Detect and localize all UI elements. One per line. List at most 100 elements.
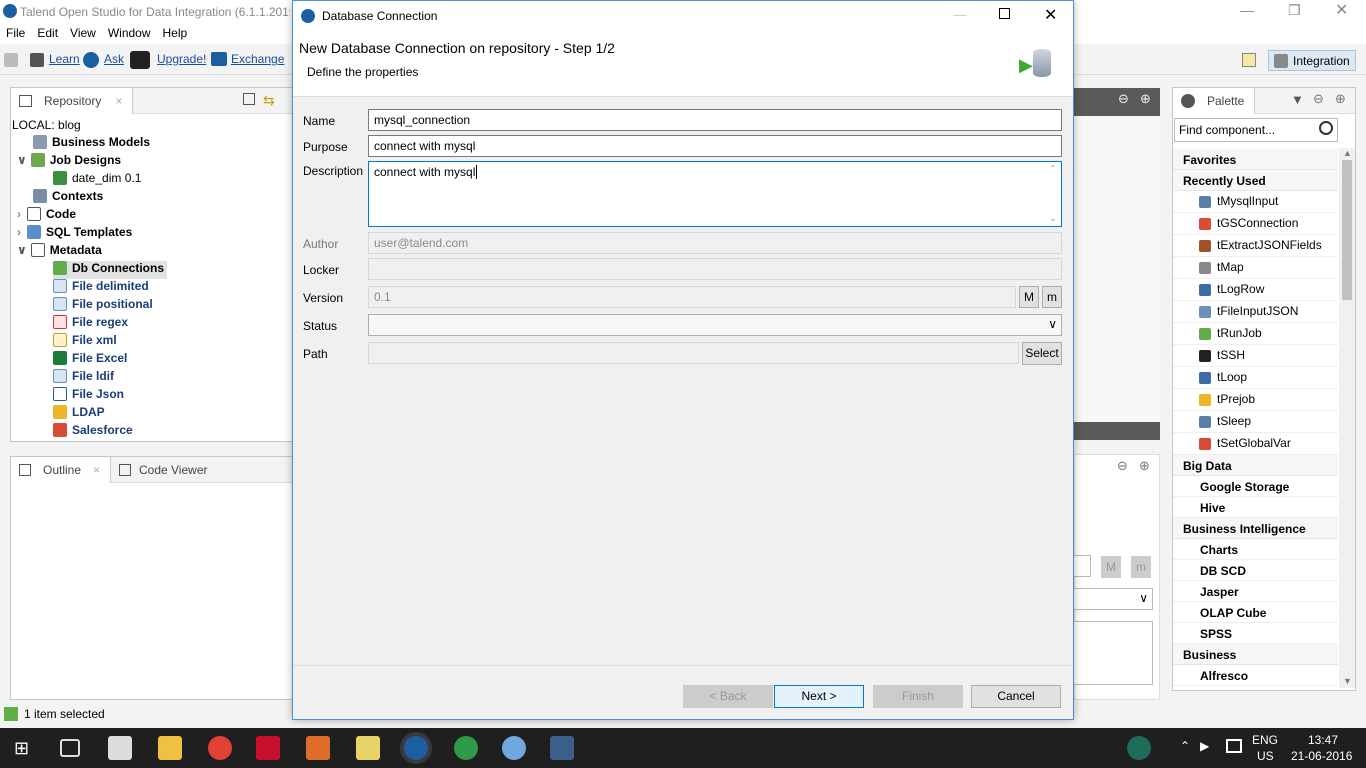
palette-item[interactable]: tLogRow bbox=[1173, 279, 1338, 301]
tree-item-code[interactable]: › Code bbox=[17, 207, 76, 225]
menu-file[interactable]: File bbox=[0, 24, 31, 42]
description-textarea[interactable]: connect with mysql ⌃ ⌄ bbox=[368, 161, 1062, 227]
tree-item-business-models[interactable]: Business Models bbox=[33, 135, 150, 153]
scroll-down-icon[interactable]: ⌄ bbox=[1049, 213, 1057, 224]
palette-item[interactable]: tPrejob bbox=[1173, 389, 1338, 411]
palette-item[interactable]: tMysqlInput bbox=[1173, 191, 1338, 213]
restore-icon[interactable]: ❐ bbox=[1288, 2, 1301, 19]
chevron-right-icon[interactable]: › bbox=[17, 207, 21, 221]
chevron-down-icon[interactable]: ∨ bbox=[17, 153, 27, 167]
clock-date[interactable]: 21-06-2016 bbox=[1291, 749, 1352, 763]
language-ind[interactable]: ENG bbox=[1252, 733, 1278, 747]
purpose-field[interactable]: connect with mysql bbox=[368, 135, 1062, 157]
palette-sub-spss[interactable]: SPSS bbox=[1173, 623, 1338, 644]
dialog-maximize-icon[interactable] bbox=[999, 8, 1010, 19]
palette-item[interactable]: tMap bbox=[1173, 257, 1338, 279]
palette-scrollbar[interactable]: ▲ ▼ bbox=[1339, 148, 1355, 688]
palette-sub-db-scd[interactable]: DB SCD bbox=[1173, 560, 1338, 581]
scroll-thumb[interactable] bbox=[1342, 160, 1352, 300]
chrome-icon[interactable] bbox=[208, 736, 232, 760]
palette-cat-recently-used[interactable]: Recently Used bbox=[1173, 170, 1338, 191]
minimize-view-icon[interactable]: ⊖ bbox=[1117, 458, 1128, 474]
major-version-button[interactable]: M bbox=[1019, 286, 1039, 308]
scroll-up-icon[interactable]: ▲ bbox=[1343, 148, 1352, 158]
mysql-workbench-icon[interactable] bbox=[550, 736, 574, 760]
palette-cat-bi[interactable]: Business Intelligence bbox=[1173, 518, 1338, 539]
save-icon[interactable] bbox=[4, 53, 18, 67]
palette-sub-olap-cube[interactable]: OLAP Cube bbox=[1173, 602, 1338, 623]
tree-item-contexts[interactable]: Contexts bbox=[33, 189, 103, 207]
notes-icon[interactable] bbox=[356, 736, 380, 760]
chevron-down-icon[interactable]: ∨ bbox=[1048, 317, 1057, 331]
minimize-view-icon[interactable]: ⊖ bbox=[1313, 91, 1324, 107]
select-path-button[interactable]: Select bbox=[1022, 342, 1062, 365]
paint-icon[interactable] bbox=[502, 736, 526, 760]
tree-item-file-json[interactable]: File Json bbox=[53, 387, 124, 405]
tree-item-job-designs[interactable]: ∨ Job Designs bbox=[17, 153, 121, 171]
next-button[interactable]: Next > bbox=[774, 685, 864, 708]
name-field[interactable]: mysql_connection bbox=[368, 109, 1062, 131]
palette-item[interactable]: tGSConnection bbox=[1173, 213, 1338, 235]
repository-tab[interactable]: Repository × bbox=[11, 88, 134, 114]
palette-sub-google-storage[interactable]: Google Storage bbox=[1173, 476, 1338, 497]
tree-item-ldap[interactable]: LDAP bbox=[53, 405, 105, 423]
menu-window[interactable]: Window bbox=[102, 24, 157, 42]
integration-perspective-button[interactable]: Integration bbox=[1268, 50, 1356, 71]
palette-cat-business[interactable]: Business bbox=[1173, 644, 1338, 665]
menu-view[interactable]: View bbox=[64, 24, 102, 42]
link-editor-icon[interactable]: ⇆ bbox=[263, 92, 275, 109]
chevron-down-icon[interactable]: ∨ bbox=[17, 243, 27, 257]
windows-start-icon[interactable]: ⊞ bbox=[14, 736, 38, 760]
open-perspective-icon[interactable] bbox=[1242, 53, 1256, 67]
close-icon[interactable]: ✕ bbox=[1335, 0, 1348, 20]
maximize-view-icon[interactable]: ⊕ bbox=[1335, 91, 1346, 107]
tree-item-file-regex[interactable]: File regex bbox=[53, 315, 128, 333]
maximize-view-icon[interactable]: ⊕ bbox=[1139, 458, 1150, 474]
minimize-icon[interactable]: — bbox=[1240, 2, 1254, 18]
tree-item-file-ldif[interactable]: File ldif bbox=[53, 369, 114, 387]
palette-item[interactable]: tLoop bbox=[1173, 367, 1338, 389]
cancel-button[interactable]: Cancel bbox=[971, 685, 1061, 708]
chrome-icon[interactable] bbox=[454, 736, 478, 760]
maximize-view-icon[interactable]: ⊕ bbox=[1140, 91, 1151, 107]
tab-close-icon[interactable]: × bbox=[93, 463, 100, 477]
tree-item-metadata[interactable]: ∨ Metadata bbox=[17, 243, 102, 261]
palette-cat-favorites[interactable]: Favorites bbox=[1173, 149, 1338, 170]
menu-edit[interactable]: Edit bbox=[31, 24, 64, 42]
palette-item[interactable]: tRunJob bbox=[1173, 323, 1338, 345]
notifications-icon[interactable] bbox=[1226, 739, 1242, 753]
dialog-close-icon[interactable]: ✕ bbox=[1044, 5, 1057, 25]
task-view-icon[interactable] bbox=[60, 739, 80, 757]
activity-icon[interactable] bbox=[1127, 736, 1151, 760]
chevron-right-icon[interactable]: › bbox=[17, 225, 21, 239]
tab-close-icon[interactable]: × bbox=[115, 94, 122, 108]
tree-item-db-connections[interactable]: Db Connections bbox=[53, 261, 167, 279]
talend-taskbar-icon[interactable] bbox=[404, 736, 428, 760]
tree-item-file-delimited[interactable]: File delimited bbox=[53, 279, 149, 297]
tree-item-salesforce[interactable]: Salesforce bbox=[53, 423, 133, 441]
clock-time[interactable]: 13:47 bbox=[1308, 733, 1338, 747]
palette-item[interactable]: tSleep bbox=[1173, 411, 1338, 433]
minor-version-button[interactable]: m bbox=[1042, 286, 1062, 308]
palette-sub-hive[interactable]: Hive bbox=[1173, 497, 1338, 518]
collapse-all-icon[interactable] bbox=[243, 93, 255, 105]
tray-chevron-up-icon[interactable]: ⌃ bbox=[1180, 739, 1190, 753]
tree-item-file-excel[interactable]: File Excel bbox=[53, 351, 127, 369]
palette-sub-alfresco[interactable]: Alfresco bbox=[1173, 665, 1338, 686]
ask-link[interactable]: Ask bbox=[104, 52, 124, 66]
filter-icon[interactable]: ▼ bbox=[1291, 92, 1304, 107]
palette-item[interactable]: tExtractJSONFields bbox=[1173, 235, 1338, 257]
volume-icon[interactable]: ▶ bbox=[1200, 739, 1209, 753]
search-icon[interactable] bbox=[1319, 121, 1333, 135]
code-viewer-tab[interactable]: Code Viewer bbox=[119, 463, 207, 477]
minimize-view-icon[interactable]: ⊖ bbox=[1118, 91, 1129, 107]
palette-item[interactable]: tSetGlobalVar bbox=[1173, 433, 1338, 455]
outline-tab[interactable]: Outline × bbox=[11, 457, 112, 483]
language-region[interactable]: US bbox=[1257, 749, 1274, 763]
palette-sub-jasper[interactable]: Jasper bbox=[1173, 581, 1338, 602]
tree-item-date-dim[interactable]: date_dim 0.1 bbox=[53, 171, 141, 189]
palette-item[interactable]: tSSH bbox=[1173, 345, 1338, 367]
tree-item-sql-templates[interactable]: › SQL Templates bbox=[17, 225, 132, 243]
menu-help[interactable]: Help bbox=[157, 24, 194, 42]
palette-cat-big-data[interactable]: Big Data bbox=[1173, 455, 1338, 476]
